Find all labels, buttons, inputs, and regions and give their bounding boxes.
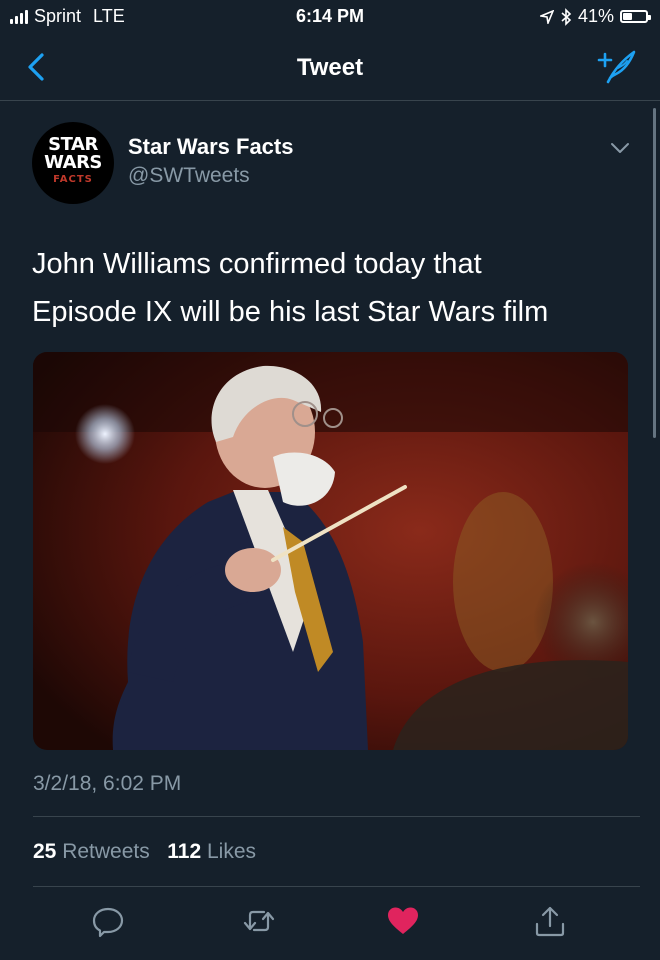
reply-icon[interactable] (91, 904, 125, 938)
nav-title: Tweet (296, 54, 364, 81)
chevron-down-icon[interactable] (608, 138, 632, 158)
avatar-line-2: WARS (44, 152, 102, 173)
tweet-timestamp: 3/2/18, 6:02 PM (33, 772, 182, 795)
likes-label: Likes (207, 840, 257, 863)
divider (33, 816, 640, 817)
tweet-text-line-1: John Williams confirmed today that (32, 248, 482, 280)
scrollbar[interactable] (653, 108, 656, 438)
share-icon[interactable] (533, 904, 567, 938)
tweet-photo[interactable] (33, 352, 628, 750)
like-icon[interactable] (386, 904, 420, 938)
tweet-text: John Williams confirmed today that Episo… (32, 240, 632, 336)
status-right: 41% (539, 6, 651, 27)
retweets-count: 25 (33, 840, 57, 863)
battery-percent: 41% (577, 6, 614, 26)
compose-tweet-icon[interactable] (596, 48, 638, 86)
likes-count: 112 (167, 840, 202, 863)
engagement-stats[interactable]: 25 Retweets 112 Likes (33, 840, 256, 864)
user-handle[interactable]: @SWTweets (128, 164, 250, 188)
tweet-text-line-2: Episode IX will be his last Star Wars fi… (32, 296, 549, 328)
avatar[interactable]: STAR WARS FACTS (32, 122, 114, 204)
avatar-line-3: FACTS (53, 174, 93, 185)
retweet-icon[interactable] (242, 904, 276, 938)
display-name[interactable]: Star Wars Facts (128, 134, 293, 160)
nav-bar: Tweet (0, 34, 660, 101)
retweets-label: Retweets (62, 840, 150, 863)
conductor-photo (33, 352, 628, 750)
battery-icon (620, 10, 651, 23)
location-arrow-icon (539, 9, 554, 24)
bluetooth-icon (561, 7, 572, 26)
divider (33, 886, 640, 887)
status-bar: Sprint LTE 6:14 PM 41% (0, 0, 660, 34)
